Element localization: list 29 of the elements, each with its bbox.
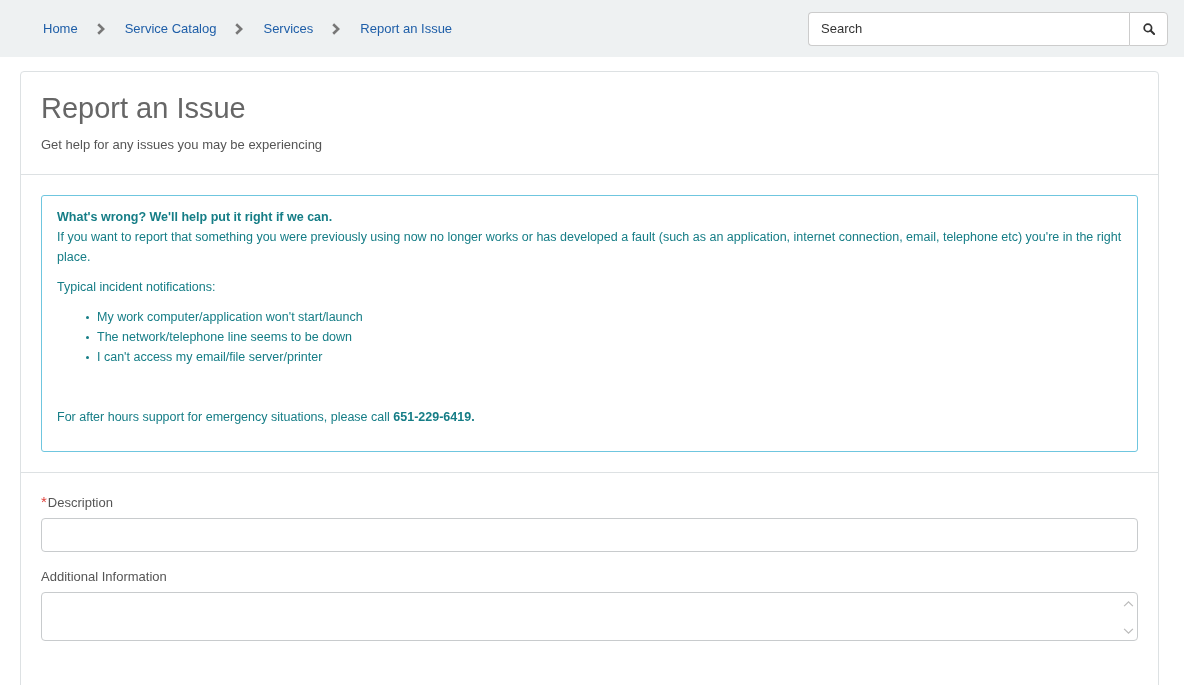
search-field[interactable]: Search (808, 11, 1129, 46)
text-input-field[interactable] (41, 518, 1138, 552)
list-item: My work computer/application won't start/launch (97, 309, 363, 326)
required-mark: * (41, 494, 47, 509)
textarea-field[interactable] (41, 592, 1138, 641)
search-button[interactable] (1129, 11, 1168, 46)
chevron-down-icon[interactable] (1123, 628, 1134, 635)
field-label: Description (47, 494, 113, 512)
chevron-right-icon (235, 22, 244, 35)
breadcrumb-link[interactable]: Service Catalog (124, 19, 217, 38)
info-heading: What's wrong? We'll help put it right if we can. (57, 209, 334, 226)
bullet-icon (86, 355, 89, 359)
breadcrumb-link[interactable]: Services (263, 19, 314, 38)
list-item: The network/telephone line seems to be down (97, 329, 353, 346)
field-label: Additional Information (41, 568, 167, 586)
page-title: Report an Issue (41, 91, 247, 126)
bullet-icon (86, 335, 89, 339)
search-icon (1142, 22, 1155, 35)
chevron-right-icon (332, 22, 341, 35)
page-subtitle: Get help for any issues you may be experiencing (41, 136, 324, 154)
chevron-up-icon[interactable] (1123, 600, 1134, 607)
list-title: Typical incident notifications: (57, 279, 217, 296)
support-text: For after hours support for emergency situations, please call 651-229-6419. (57, 409, 476, 426)
breadcrumb-link[interactable]: Report an Issue (360, 19, 453, 38)
list-item: I can't access my email/file server/printer (97, 349, 323, 366)
info-text: If you want to report that something you were previously using now no longer works or has developed a fault (such as an application, internet connection, email, telephone etc) you're in the right place. (57, 229, 1122, 266)
chevron-right-icon (96, 22, 105, 35)
breadcrumb-link[interactable]: Home (43, 19, 78, 38)
bullet-icon (86, 315, 89, 319)
